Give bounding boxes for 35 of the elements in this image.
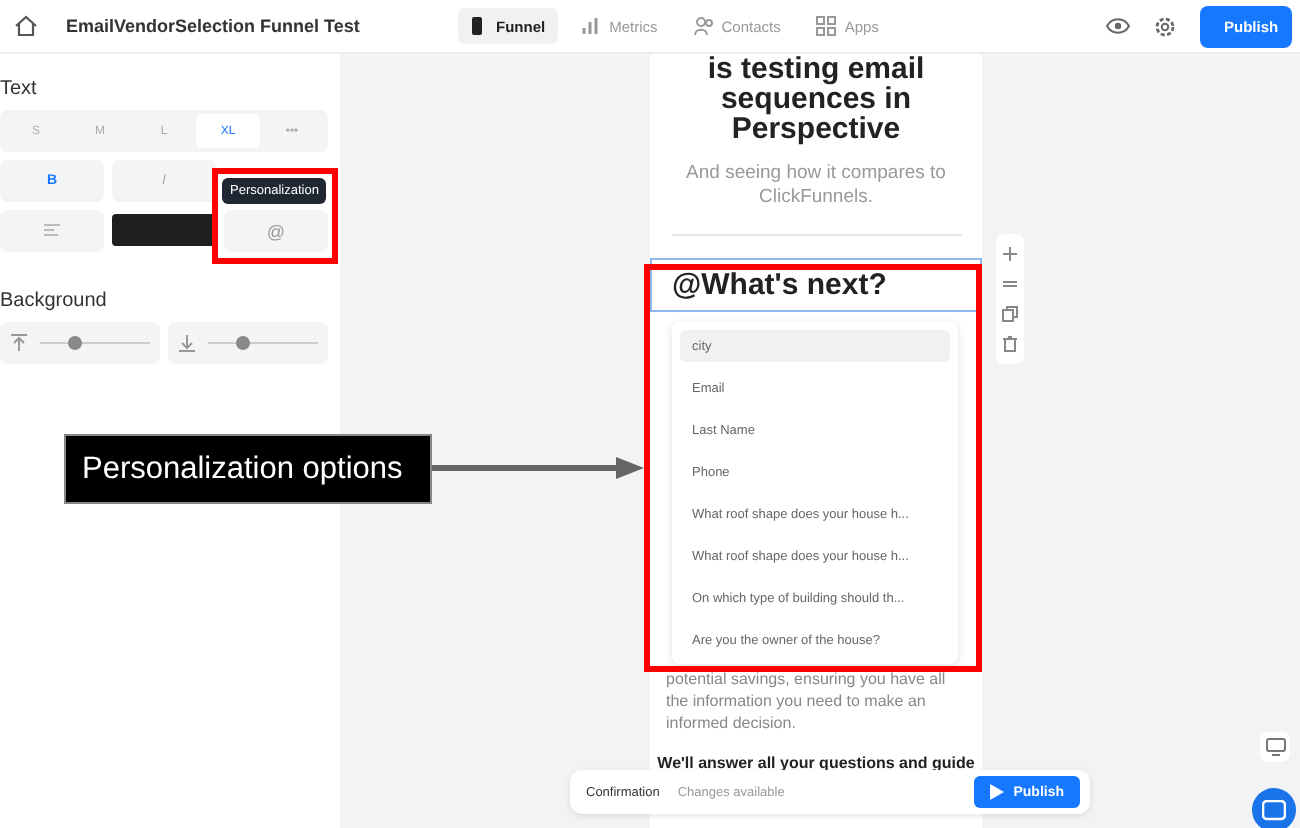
slider-thumb[interactable] <box>235 336 249 350</box>
page-paragraph: potential savings, ensuring you have all the information you need to make an informed decision. <box>666 668 948 734</box>
home-icon[interactable] <box>14 14 38 38</box>
page-subheading: We'll answer all your questions and guide <box>657 752 975 774</box>
align-left-icon <box>44 223 60 235</box>
heading-input[interactable]: @What's next? <box>650 258 982 312</box>
chat-button[interactable] <box>1252 788 1296 828</box>
page-heading: Perspective <box>731 114 901 144</box>
copy-icon[interactable] <box>1002 306 1018 322</box>
section-heading: Text <box>0 78 39 100</box>
chat-icon <box>1262 799 1286 821</box>
page-heading: sequences in <box>720 84 912 114</box>
align-top-icon <box>10 334 28 352</box>
page-heading: is testing email <box>707 54 925 84</box>
add-icon[interactable] <box>1002 246 1018 262</box>
align-bottom-icon <box>178 334 196 352</box>
device-preview-button[interactable] <box>1260 732 1290 762</box>
highlight-frame <box>212 168 338 264</box>
funnel-title: EmailVendorSelection Funnel Test <box>66 16 362 36</box>
trash-icon[interactable] <box>1002 336 1018 352</box>
bar-chart-icon <box>581 16 602 36</box>
monitor-icon <box>1265 738 1285 756</box>
page-subtitle: And seeing how it compares to ClickFunnels. <box>684 162 948 210</box>
play-icon <box>989 784 1004 800</box>
slider-thumb[interactable] <box>67 336 81 350</box>
color-swatch[interactable] <box>112 214 216 246</box>
page-icon <box>470 16 488 36</box>
drag-icon[interactable] <box>1002 276 1018 292</box>
section-heading: Background <box>0 290 109 312</box>
callout-label: Personalization options <box>64 434 432 504</box>
people-icon <box>693 16 714 36</box>
grid-icon <box>816 16 837 36</box>
personalization-button[interactable]: @ <box>224 210 328 252</box>
eye-icon[interactable] <box>1106 16 1130 36</box>
settings-icon[interactable] <box>1154 15 1176 37</box>
